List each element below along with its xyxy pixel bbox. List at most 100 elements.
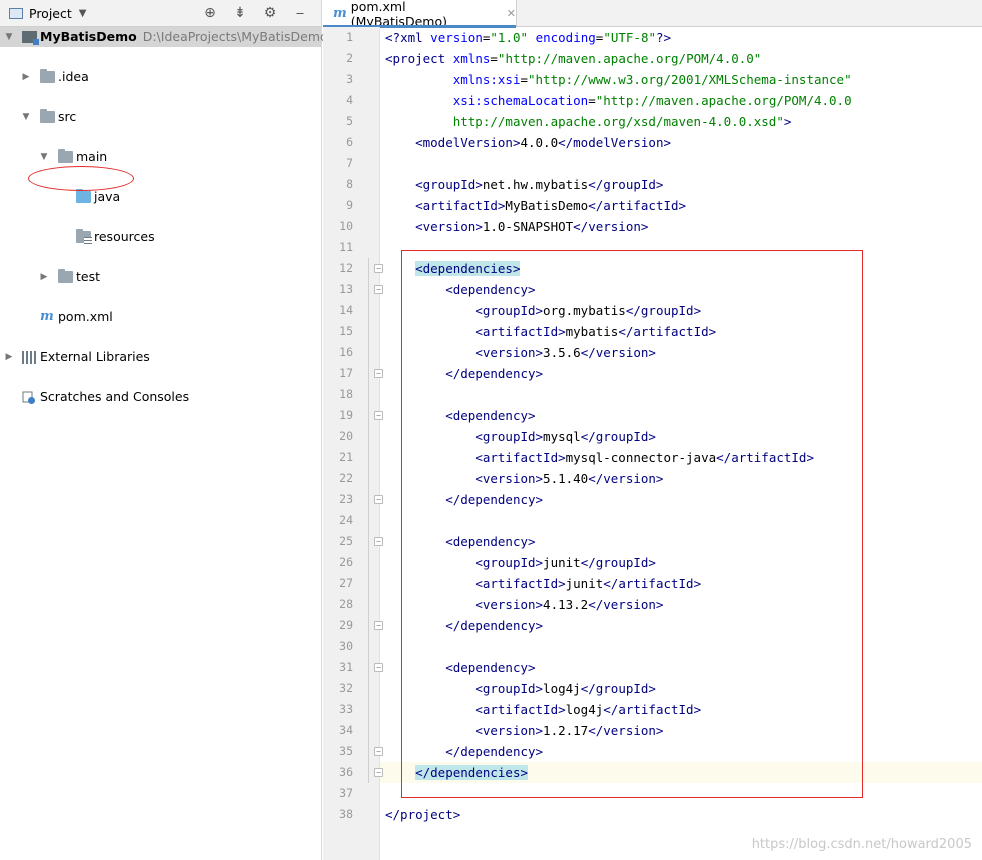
line-number: 10 [339, 219, 353, 233]
gear-icon[interactable]: ⚙ [262, 5, 278, 21]
line-number: 34 [339, 723, 353, 737]
code-line: <?xml version="1.0" encoding="UTF-8"?> [385, 30, 672, 45]
line-number: 5 [346, 114, 353, 128]
line-number: 15 [339, 324, 353, 338]
line-number: 24 [339, 513, 353, 527]
project-tree: ▼ MyBatisDemo D:\IdeaProjects\MyBatisDemo… [0, 27, 328, 404]
line-number: 14 [339, 303, 353, 317]
line-number: 28 [339, 597, 353, 611]
editor-tab-bar: m pom.xml (MyBatisDemo) ✕ [323, 0, 982, 29]
code-line: <groupId>mysql</groupId> [475, 429, 656, 444]
code-line: <version>1.0-SNAPSHOT</version> [415, 219, 649, 234]
code-line: <artifactId>mybatis</artifactId> [475, 324, 717, 339]
tree-item-label: MyBatisDemo [40, 29, 137, 44]
code-line: <groupId>log4j</groupId> [475, 681, 656, 696]
code-line: xsi:schemaLocation="http://maven.apache.… [452, 93, 852, 108]
line-number: 6 [346, 135, 353, 149]
tree-item-scratches[interactable]: Scratches and Consoles [0, 387, 321, 407]
chevron-down-icon[interactable]: ▼ [79, 8, 87, 19]
tree-item-src[interactable]: ▼ src [0, 107, 321, 127]
line-number: 26 [339, 555, 353, 569]
chevron-down-icon[interactable]: ▼ [21, 107, 31, 127]
code-line: <modelVersion>4.0.0</modelVersion> [415, 135, 671, 150]
fold-guide [368, 258, 369, 783]
maven-file-icon: m [40, 309, 54, 324]
tree-item-mybatisdemo[interactable]: ▼ MyBatisDemo D:\IdeaProjects\MyBatisDemo [0, 27, 328, 47]
line-number: 37 [339, 786, 353, 800]
line-number: 1 [346, 30, 353, 44]
line-number: 3 [346, 72, 353, 86]
code-line: </project> [385, 807, 461, 822]
line-number: 27 [339, 576, 353, 590]
folder-icon [40, 69, 55, 83]
line-number: 31 [339, 660, 353, 674]
line-number: 38 [339, 807, 353, 821]
chevron-right-icon[interactable]: ▶ [4, 347, 14, 367]
tree-item-test[interactable]: ▶ test [0, 267, 321, 287]
tree-item-idea[interactable]: ▶ .idea [0, 67, 321, 87]
code-line: <version>4.13.2</version> [475, 597, 664, 612]
line-number: 36 [339, 765, 353, 779]
code-line: <artifactId>junit</artifactId> [475, 576, 702, 591]
line-number: 23 [339, 492, 353, 506]
line-number: 22 [339, 471, 353, 485]
project-view-title[interactable]: Project [29, 6, 72, 21]
code-line: http://maven.apache.org/xsd/maven-4.0.0.… [452, 114, 792, 129]
tree-item-label: resources [94, 229, 155, 244]
code-line: <artifactId>log4j</artifactId> [475, 702, 702, 717]
fold-icon[interactable]: − [374, 495, 383, 504]
line-number: 11 [339, 240, 353, 254]
line-number: 18 [339, 387, 353, 401]
code-line: </dependencies> [415, 765, 528, 780]
tree-item-label: test [76, 269, 101, 284]
tree-item-label: External Libraries [40, 349, 150, 364]
line-number: 13 [339, 282, 353, 296]
maven-file-icon: m [333, 6, 347, 21]
code-area[interactable]: 1 2 3 4 5 6 7 8 9 10 11 12 13 14 15 16 17 18 19 20 21 22 23 24 2… [323, 27, 982, 860]
chevron-down-icon[interactable]: ▼ [4, 27, 14, 47]
locate-icon[interactable]: ⊕ [202, 5, 218, 21]
code-line: <groupId>junit</groupId> [475, 555, 656, 570]
tree-item-external-libraries[interactable]: ▶ External Libraries [0, 347, 321, 367]
chevron-right-icon[interactable]: ▶ [39, 267, 49, 287]
tab-pom-xml[interactable]: m pom.xml (MyBatisDemo) ✕ [323, 0, 517, 29]
tab-label: pom.xml (MyBatisDemo) [350, 0, 447, 29]
fold-icon[interactable]: − [374, 264, 383, 273]
fold-icon[interactable]: − [374, 369, 383, 378]
line-number: 30 [339, 639, 353, 653]
code-line: <project xmlns="http://maven.apache.org/… [385, 51, 762, 66]
scratches-icon [22, 391, 36, 405]
pom-highlight-circle [28, 166, 134, 191]
folder-icon [58, 149, 73, 163]
line-number: 9 [346, 198, 353, 212]
chevron-down-icon[interactable]: ▼ [39, 147, 49, 167]
tree-item-pom-xml[interactable]: m pom.xml [0, 307, 321, 327]
line-number: 19 [339, 408, 353, 422]
line-number: 20 [339, 429, 353, 443]
tree-item-label: Scratches and Consoles [40, 389, 190, 404]
chevron-right-icon[interactable]: ▶ [21, 67, 31, 87]
editor: m pom.xml (MyBatisDemo) ✕ 1 2 3 4 5 6 7 8 9 10 11 1… [323, 0, 982, 860]
collapse-all-icon[interactable]: ⇟ [232, 5, 248, 21]
tree-item-main[interactable]: ▼ main [0, 147, 321, 167]
folder-icon [58, 269, 73, 283]
fold-icon[interactable]: − [374, 285, 383, 294]
line-number: 2 [346, 51, 353, 65]
fold-icon[interactable]: − [374, 621, 383, 630]
line-number: 12 [339, 261, 353, 275]
tree-item-resources[interactable]: resources [0, 227, 321, 247]
code-line: <artifactId>MyBatisDemo</artifactId> [415, 198, 687, 213]
line-number: 29 [339, 618, 353, 632]
tree-item-label: src [58, 109, 77, 124]
project-view-icon [9, 7, 23, 19]
close-icon[interactable]: ✕ [507, 7, 516, 20]
line-number: 7 [346, 156, 353, 170]
tree-item-java[interactable]: java [0, 187, 321, 207]
tree-item-label: .idea [58, 69, 89, 84]
fold-icon[interactable]: − [374, 411, 383, 420]
fold-icon[interactable]: − [374, 663, 383, 672]
hide-icon[interactable]: ⎯ [292, 5, 308, 21]
fold-icon[interactable]: − [374, 537, 383, 546]
fold-icon[interactable]: − [374, 768, 383, 777]
fold-icon[interactable]: − [374, 747, 383, 756]
